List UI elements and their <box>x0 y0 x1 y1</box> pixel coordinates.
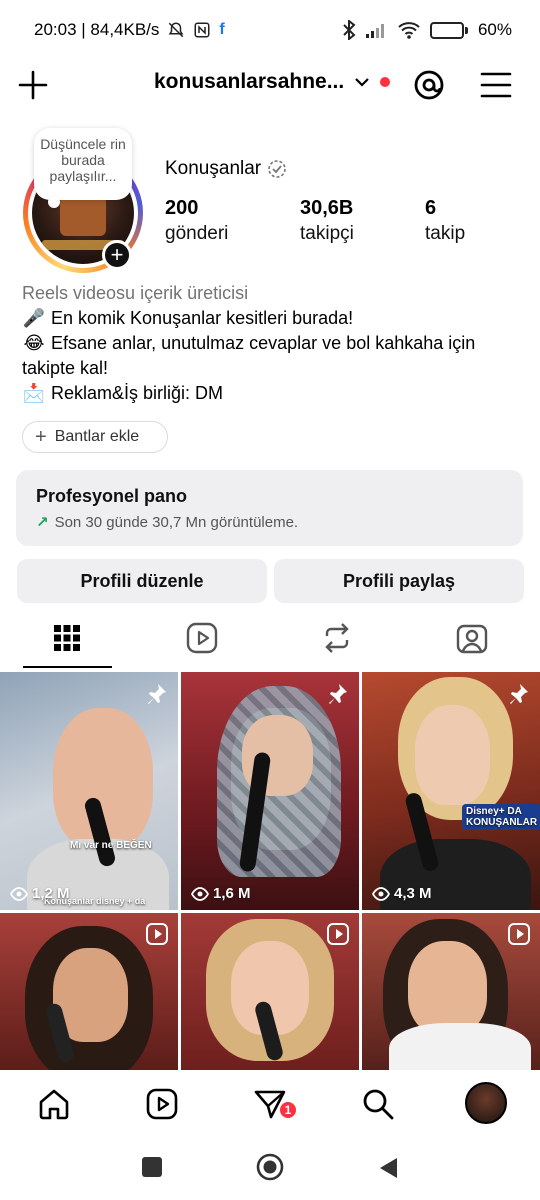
microphone-icon: 🎤 <box>22 308 46 328</box>
account-switcher[interactable]: konusanlarsahne... <box>154 70 391 94</box>
post-views-count: 4,3 M <box>394 885 432 902</box>
pin-icon <box>329 684 347 704</box>
tab-grid[interactable] <box>17 610 117 666</box>
post-thumbnail[interactable] <box>362 913 540 1070</box>
stat-followers-value: 30,6B <box>300 197 354 219</box>
header-username: konusanlarsahne... <box>154 70 345 93</box>
tab-reels[interactable] <box>152 610 252 666</box>
pin-icon <box>510 684 528 704</box>
mute-bell-icon <box>169 22 184 38</box>
disney-logo: Disney+ DA KONUŞANLAR <box>462 804 540 830</box>
post-thumbnail[interactable] <box>181 913 359 1070</box>
add-links-button[interactable]: + Bantlar ekle <box>22 421 168 453</box>
professional-dashboard[interactable]: Profesyonel pano ↗ Son 30 günde 30,7 Mn … <box>16 470 523 546</box>
post-views-count: 1,2 M <box>32 885 70 902</box>
profile-header: konusanlarsahne... <box>0 60 540 110</box>
nav-search[interactable] <box>358 1084 398 1124</box>
stat-following-value: 6 <box>425 197 437 219</box>
stat-following-label: takip <box>425 223 466 244</box>
reel-badge-icon <box>327 923 349 945</box>
post-thumbnail[interactable]: Disney+ DA KONUŞANLAR 4,3 M <box>362 672 540 910</box>
stat-posts[interactable]: 200 gönderi <box>165 195 228 247</box>
plus-icon: + <box>35 425 47 448</box>
notification-badge: 1 <box>278 1100 298 1120</box>
note-bubble[interactable]: Düşüncele rin burada paylaşılır... <box>34 128 132 208</box>
stat-followers[interactable]: 30,6B takipçi <box>300 195 354 247</box>
post-views: 1,2 M <box>10 885 70 902</box>
battery-icon <box>429 21 468 39</box>
bluetooth-icon <box>343 20 356 40</box>
add-links-label: Bantlar ekle <box>54 428 140 445</box>
repost-icon <box>325 623 349 653</box>
nav-reels[interactable] <box>142 1084 182 1124</box>
facebook-icon: f <box>219 21 225 38</box>
signal-icon <box>365 24 384 38</box>
reel-badge-icon <box>146 923 168 945</box>
reels-icon <box>186 622 218 654</box>
bio: Reels videosu içerik üreticisi 🎤 En komi… <box>22 281 522 406</box>
nfc-icon <box>194 22 210 38</box>
edit-profile-button[interactable]: Profili düzenle <box>17 559 267 603</box>
bio-line-3: Reklam&İş birliği: DM <box>51 383 224 403</box>
post-thumbnail[interactable] <box>0 913 178 1070</box>
tab-tagged[interactable] <box>422 610 522 666</box>
create-plus-icon[interactable] <box>16 68 50 102</box>
share-profile-button[interactable]: Profili paylaş <box>274 559 524 603</box>
unread-dot <box>380 77 391 87</box>
menu-hamburger-icon[interactable] <box>479 69 513 101</box>
laughing-emoji-icon: 😂 <box>23 333 45 353</box>
eye-icon <box>372 886 390 901</box>
display-name-row: Konuşanlar <box>165 158 287 180</box>
reel-badge-icon <box>508 923 530 945</box>
status-bar: 20:03 | 84,4KB/s f 60% <box>0 0 540 60</box>
pin-icon <box>148 684 166 704</box>
profile-tabs <box>0 610 540 670</box>
recents-square-icon[interactable] <box>141 1156 163 1178</box>
inbox-envelope-icon: 📩 <box>22 383 46 403</box>
nav-profile-avatar[interactable] <box>465 1082 507 1124</box>
back-triangle-icon[interactable] <box>377 1156 399 1180</box>
post-caption: Mı var ne BEĞEN <box>70 840 152 851</box>
verified-badge-icon <box>268 160 286 178</box>
post-views-count: 1,6 M <box>213 885 251 902</box>
post-thumbnail[interactable]: 1,6 M <box>181 672 359 910</box>
bottom-navigation <box>0 1070 540 1136</box>
system-navigation <box>0 1136 540 1200</box>
battery-percent: 60% <box>477 20 512 39</box>
stat-posts-label: gönderi <box>165 223 229 244</box>
bio-category: Reels videosu içerik üreticisi <box>22 283 249 303</box>
active-tab-indicator <box>23 666 112 668</box>
post-views: 1,6 M <box>191 885 251 902</box>
home-icon <box>39 1089 69 1120</box>
post-views: 4,3 M <box>372 885 432 902</box>
post-thumbnail[interactable]: Mı var ne BEĞEN Konuşanlar disney + da 1… <box>0 672 178 910</box>
grid-icon <box>54 625 80 651</box>
search-icon <box>363 1089 394 1120</box>
home-circle-icon[interactable] <box>256 1153 284 1181</box>
add-story-plus-icon[interactable]: + <box>102 240 132 270</box>
eye-icon <box>191 886 209 901</box>
pro-dashboard-subtitle: Son 30 günde 30,7 Mn görüntüleme. <box>54 513 299 531</box>
nav-home[interactable] <box>34 1084 74 1124</box>
chevron-down-icon <box>355 78 370 87</box>
threads-icon[interactable] <box>412 68 446 102</box>
stat-following[interactable]: 6 takip <box>425 195 465 247</box>
reels-icon <box>146 1088 178 1120</box>
stat-posts-value: 200 <box>165 197 199 219</box>
pro-dashboard-title: Profesyonel pano <box>36 486 188 506</box>
tagged-person-icon <box>456 624 488 654</box>
tab-reposts[interactable] <box>287 610 387 666</box>
bio-line-1: En komik Konuşanlar kesitleri burada! <box>51 308 354 328</box>
bio-line-2: Efsane anlar, unutulmaz cevaplar ve bol … <box>22 333 476 378</box>
stat-followers-label: takipçi <box>300 223 354 244</box>
status-time-network: 20:03 | 84,4KB/s <box>34 20 160 39</box>
eye-icon <box>10 886 28 901</box>
wifi-icon <box>398 22 420 39</box>
trend-up-arrow-icon: ↗ <box>36 514 49 531</box>
display-name: Konuşanlar <box>165 158 262 179</box>
